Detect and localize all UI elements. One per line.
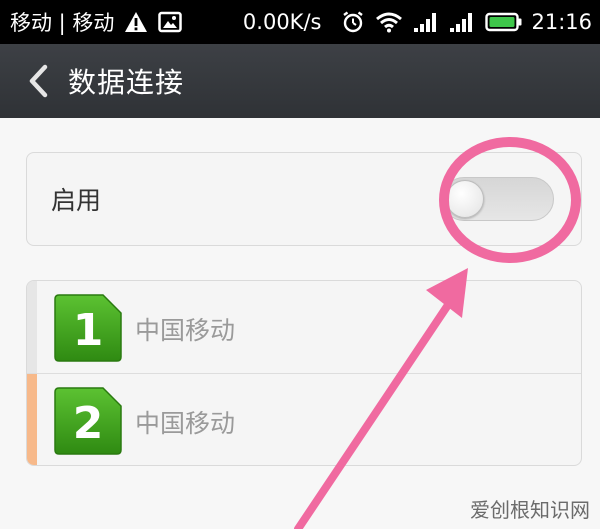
sim-slot-number: 2 [73, 398, 104, 449]
warning-icon [124, 11, 148, 33]
toggle-knob[interactable] [446, 180, 484, 218]
network-speed: 0.00K/s [242, 10, 322, 34]
wifi-icon [375, 11, 403, 33]
carrier-label: 移动 | 移动 [10, 11, 115, 35]
sim-item-1[interactable]: 1 中国移动 [27, 281, 581, 374]
sim-card-2-icon: 2 [54, 387, 122, 455]
sim-item-2[interactable]: 2 中国移动 [27, 374, 581, 465]
image-icon [158, 11, 183, 33]
sim-selection-strip [27, 374, 37, 465]
signal-icon [413, 11, 439, 33]
page-title: 数据连接 [68, 66, 185, 99]
back-button[interactable] [8, 44, 68, 118]
data-toggle-switch[interactable] [442, 177, 554, 221]
enable-label: 启用 [51, 186, 102, 215]
sim-slot-number: 1 [73, 305, 104, 356]
chevron-left-icon [29, 64, 48, 98]
sim-list: 1 中国移动 2 中国移动 [26, 280, 582, 466]
title-bar: 数据连接 [0, 44, 600, 118]
clock: 21:16 [531, 10, 592, 34]
sim-carrier-name: 中国移动 [135, 316, 236, 345]
alarm-icon [341, 10, 365, 34]
watermark: 爱创根知识网 [470, 498, 590, 522]
sim-carrier-name: 中国移动 [135, 409, 236, 438]
status-bar: 移动 | 移动 0.00K/s 21:16 [0, 0, 600, 44]
sim-card-1-icon: 1 [54, 294, 122, 362]
battery-icon [485, 11, 523, 33]
signal-icon [449, 11, 475, 33]
sim-selection-strip [27, 281, 37, 373]
